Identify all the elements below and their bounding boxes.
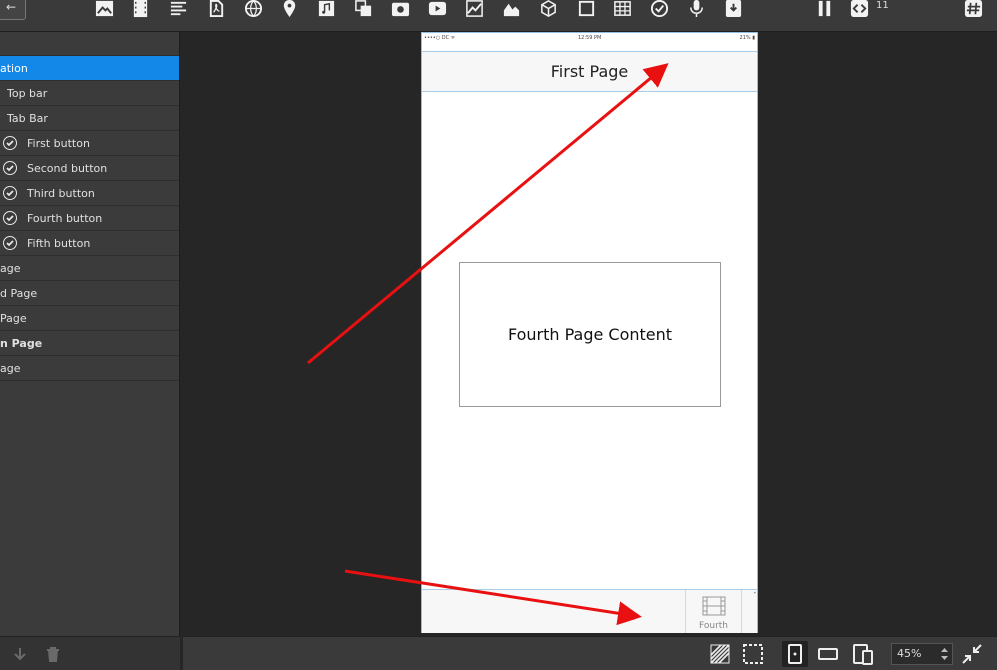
- top-toolbar: ← 11: [0, 0, 997, 32]
- tree-item-label: n Page: [0, 337, 43, 350]
- tree-item-third-page[interactable]: Page: [0, 306, 179, 331]
- chart-icon[interactable]: [463, 0, 485, 19]
- bottom-toolbar: 45%: [183, 636, 997, 670]
- tree-item-fourth-button[interactable]: Fourth button: [0, 206, 179, 231]
- selection-frame-icon[interactable]: [740, 641, 766, 667]
- play-icon[interactable]: [426, 0, 448, 19]
- device-switch-icon[interactable]: [850, 641, 876, 667]
- check-circle-icon[interactable]: [3, 211, 17, 225]
- trash-icon[interactable]: [45, 646, 61, 662]
- tree-item-second-button[interactable]: Second button: [0, 156, 179, 181]
- tree-item-label: Tab Bar: [7, 112, 48, 125]
- tree-item-navigation[interactable]: ation: [0, 56, 179, 81]
- phone-tab-bar[interactable]: Fourth •: [422, 589, 757, 633]
- pdf-icon[interactable]: [205, 0, 227, 19]
- tree-item-first-page[interactable]: age: [0, 256, 179, 281]
- tab-more-indicator: •: [753, 590, 757, 597]
- tab-fourth[interactable]: Fourth: [685, 590, 742, 633]
- area-chart-icon[interactable]: [500, 0, 522, 19]
- code-count-badge: 11: [876, 0, 889, 11]
- microphone-icon[interactable]: [685, 0, 707, 19]
- film-icon[interactable]: [129, 0, 151, 19]
- text-icon[interactable]: [167, 0, 189, 19]
- page-content-box[interactable]: Fourth Page Content: [459, 262, 721, 407]
- check-circle-icon[interactable]: [3, 136, 17, 150]
- tree-item-label: Page: [0, 312, 27, 325]
- device-preview[interactable]: ••••○ DC ᯤ 12:59 PM 21% ▮ First Page Fou…: [421, 32, 758, 633]
- move-down-icon[interactable]: [12, 646, 28, 662]
- portrait-orientation-icon[interactable]: [782, 641, 808, 667]
- hash-icon[interactable]: [962, 0, 984, 19]
- music-note-icon[interactable]: [315, 0, 337, 19]
- hatch-pattern-icon[interactable]: [707, 641, 733, 667]
- tree-item-label: Top bar: [7, 87, 48, 100]
- code-icon[interactable]: [848, 0, 870, 19]
- nav-title: First Page: [550, 62, 629, 81]
- phone-status-bar: ••••○ DC ᯤ 12:59 PM 21% ▮: [422, 33, 757, 43]
- tree-item-label: Fourth button: [27, 212, 103, 225]
- tree-item-fifth-page[interactable]: age: [0, 356, 179, 381]
- zoom-value: 45%: [897, 647, 922, 660]
- check-circle-icon[interactable]: [3, 186, 17, 200]
- duplicate-icon[interactable]: [352, 0, 374, 19]
- zoom-stepper-icon[interactable]: [940, 646, 949, 662]
- layers-sidebar: ation Top bar Tab Bar First button Secon…: [0, 32, 180, 636]
- zoom-field[interactable]: 45%: [891, 643, 953, 665]
- tree-item-third-button[interactable]: Third button: [0, 181, 179, 206]
- tree-item-top-bar[interactable]: Top bar: [0, 81, 179, 106]
- tree-item-label: ation: [0, 62, 28, 75]
- globe-icon[interactable]: [242, 0, 264, 19]
- tree-item-tab-bar[interactable]: Tab Bar: [0, 106, 179, 131]
- back-button[interactable]: ←: [0, 0, 26, 20]
- rectangle-icon[interactable]: [575, 0, 597, 19]
- pause-icon[interactable]: [813, 0, 835, 19]
- app-window: ← 11 ation Top bar Tab Bar First button …: [0, 0, 997, 670]
- table-icon[interactable]: [611, 0, 633, 19]
- check-circle-icon[interactable]: [3, 236, 17, 250]
- tree-item-fourth-page[interactable]: n Page: [0, 331, 179, 356]
- check-circle-icon[interactable]: [3, 161, 17, 175]
- page-content-text: Fourth Page Content: [507, 325, 673, 344]
- download-box-icon[interactable]: [722, 0, 744, 19]
- tree-item-second-page[interactable]: d Page: [0, 281, 179, 306]
- status-carrier: ••••○ DC ᯤ: [424, 35, 456, 41]
- tree-item-label: Second button: [27, 162, 108, 175]
- tree-item-label: Fifth button: [27, 237, 91, 250]
- sidebar-footer: [0, 636, 180, 670]
- tree-item-label: d Page: [0, 287, 38, 300]
- status-time: 12:59 PM: [578, 35, 602, 41]
- film-icon: [702, 596, 726, 616]
- tab-label: Fourth: [699, 621, 728, 631]
- tree-item-first-button[interactable]: First button: [0, 131, 179, 156]
- status-battery: 21% ▮: [739, 35, 755, 41]
- tree-item-label: First button: [27, 137, 90, 150]
- collapse-arrows-icon[interactable]: [959, 641, 985, 667]
- phone-top-bar[interactable]: First Page: [422, 51, 757, 92]
- location-pin-icon[interactable]: [278, 0, 300, 19]
- checkmark-circle-icon[interactable]: [648, 0, 670, 19]
- tree-item-fifth-button[interactable]: Fifth button: [0, 231, 179, 256]
- image-icon[interactable]: [93, 0, 115, 19]
- tree-item-label: age: [0, 362, 21, 375]
- camera-icon[interactable]: [389, 0, 411, 19]
- tree-item-label: age: [0, 262, 21, 275]
- sidebar-header: [0, 32, 179, 56]
- cube-icon[interactable]: [537, 0, 559, 19]
- landscape-orientation-icon[interactable]: [815, 641, 841, 667]
- tree-item-label: Third button: [27, 187, 95, 200]
